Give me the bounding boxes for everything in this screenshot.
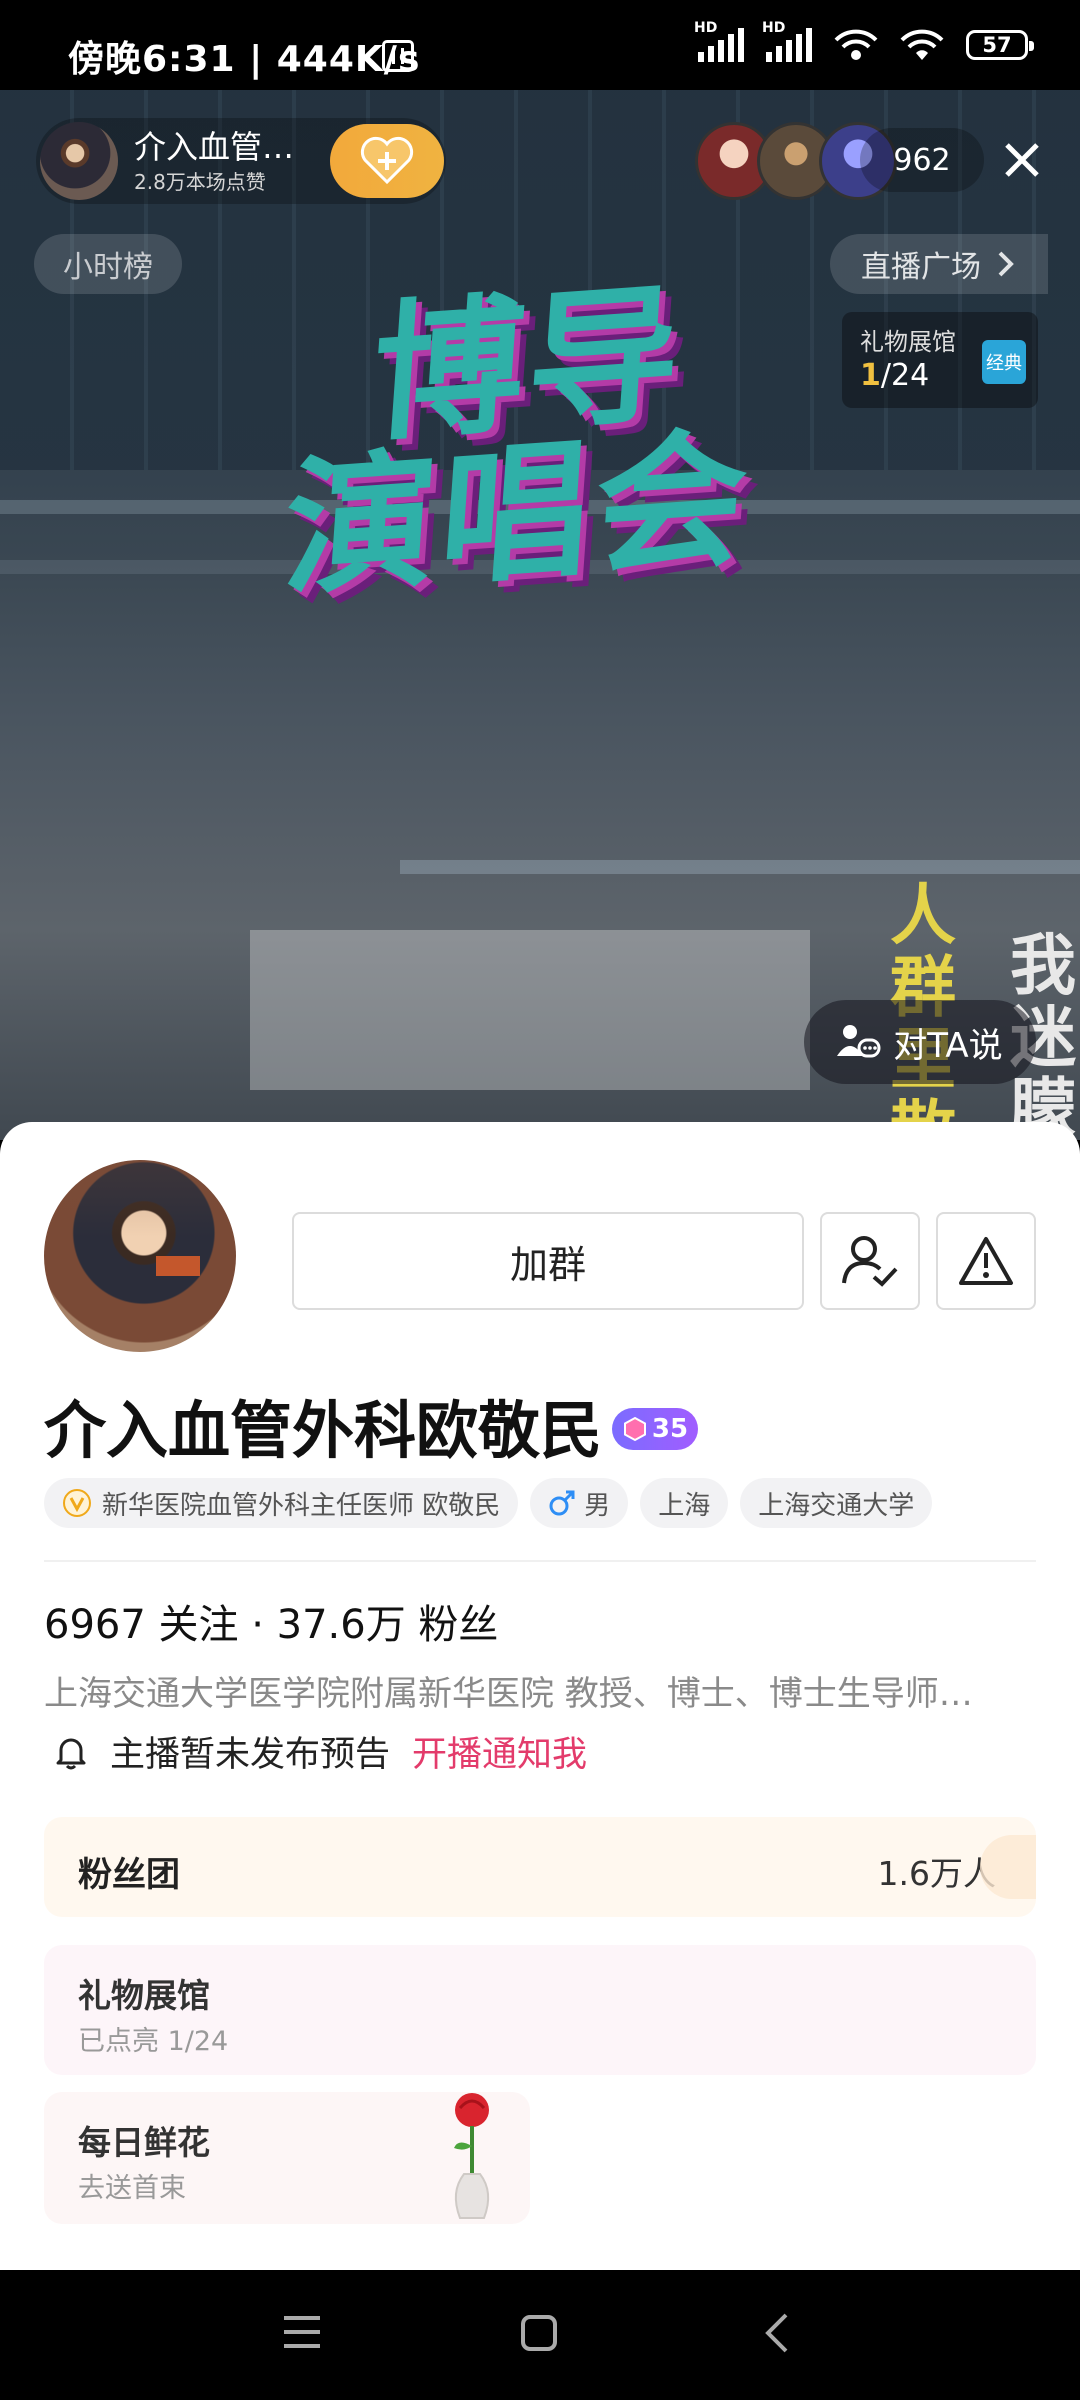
profile-name: 介入血管外科欧敬民 [44, 1394, 603, 1467]
host-avatar[interactable] [40, 122, 118, 200]
divider [44, 1560, 1036, 1562]
profile-sheet: 加群 介入血管外科欧敬民 35 新华医院血管外科主任医师 欧敬民 男 上海 上海… [0, 1122, 1080, 2270]
home-icon[interactable] [520, 2314, 558, 2352]
daily-flower-card[interactable]: 每日鲜花 去送首束 [44, 2092, 530, 2224]
verified-tag: 新华医院血管外科主任医师 欧敬民 [44, 1478, 519, 1528]
system-nav-bar [0, 2270, 1080, 2400]
verified-v-icon [63, 1489, 91, 1517]
follow-button[interactable] [330, 124, 444, 198]
gift-hall-card[interactable]: 礼物展馆 已点亮 1/24 [44, 1945, 1036, 2075]
report-button[interactable] [936, 1212, 1036, 1310]
battery-icon: 57 [966, 30, 1034, 60]
school-tag: 上海交通大学 [740, 1478, 933, 1528]
gift-hall-count: 1/24 [860, 358, 930, 393]
concert-banner: 博导 演唱会 [225, 268, 816, 689]
daily-flower-sub: 去送首束 [78, 2173, 186, 2204]
follow-user-button[interactable] [820, 1212, 920, 1310]
gender-tag: 男 [530, 1478, 629, 1528]
live-notice: 主播暂未发布预告 开播通知我 [54, 1726, 587, 1777]
hour-rank-button[interactable]: 小时榜 [34, 234, 182, 294]
signal-icon: HD [694, 20, 744, 62]
back-icon[interactable] [764, 2312, 790, 2354]
notice-text: 主播暂未发布预告 [110, 1735, 391, 1775]
level-badge: 35 [612, 1408, 698, 1450]
railing [250, 930, 810, 1090]
notify-me-link[interactable]: 开播通知我 [412, 1726, 587, 1777]
fan-club-heart-icon [980, 1835, 1036, 1899]
gift-hall-card-title: 礼物展馆 [78, 1976, 210, 2015]
warning-icon [959, 1237, 1013, 1285]
host-likes: 2.8万本场点赞 [134, 169, 266, 194]
rose-vase-icon [454, 2093, 490, 2219]
follow-fans-stats[interactable]: 6967 关注 · 37.6万 粉丝 [44, 1592, 498, 1650]
say-to-ta-label: 对TA说 [893, 1025, 1003, 1066]
city-tag: 上海 [640, 1478, 729, 1528]
fan-club-card[interactable]: 粉丝团 1.6万人 [44, 1817, 1036, 1917]
menu-icon[interactable] [282, 2314, 322, 2350]
chevron-right-icon [998, 251, 1014, 277]
close-icon[interactable] [990, 128, 1054, 192]
wifi-icon [900, 29, 944, 60]
daily-flower-title: 每日鲜花 [78, 2123, 210, 2162]
gift-hall-card-sub: 已点亮 1/24 [78, 2026, 229, 2057]
nfc-icon [382, 40, 414, 72]
gift-hall-title: 礼物展馆 [860, 328, 956, 356]
hexagon-icon [623, 1416, 646, 1442]
profile-avatar[interactable] [44, 1160, 236, 1352]
signal-icon: HD [762, 20, 812, 62]
live-plaza-label: 直播广场 [861, 250, 981, 285]
say-to-ta-button[interactable]: 对TA说 [804, 1000, 1036, 1084]
banner-line: 演唱会 [278, 412, 757, 618]
status-time: 傍晚6:31 | 444K/s [68, 39, 421, 80]
viewer-count[interactable]: 962 [860, 128, 984, 192]
host-name: 介入血管… [134, 127, 295, 166]
podium [156, 1256, 200, 1276]
people-chat-icon [837, 1025, 881, 1058]
status-bar: 傍晚6:31 | 444K/s HD HD 57 [0, 0, 1080, 90]
join-group-button[interactable]: 加群 [292, 1212, 804, 1310]
user-check-icon [842, 1236, 898, 1287]
profile-tags: 新华医院血管外科主任医师 欧敬民 男 上海 上海交通大学 [44, 1478, 933, 1528]
profile-bio: 上海交通大学医学院附属新华医院 教授、博士、博士生导师… [44, 1674, 973, 1714]
male-icon [549, 1490, 575, 1516]
classic-badge: 经典 [982, 340, 1026, 384]
bell-icon [56, 1738, 86, 1769]
hotspot-icon [834, 29, 878, 60]
pipe [400, 860, 1080, 874]
fan-club-count: 1.6万人 [877, 1854, 996, 1893]
gift-hall-widget[interactable]: 礼物展馆 1/24 经典 [842, 312, 1038, 408]
fan-club-title: 粉丝团 [78, 1855, 180, 1895]
heart-plus-icon [360, 136, 414, 185]
live-plaza-button[interactable]: 直播广场 [830, 234, 1048, 294]
